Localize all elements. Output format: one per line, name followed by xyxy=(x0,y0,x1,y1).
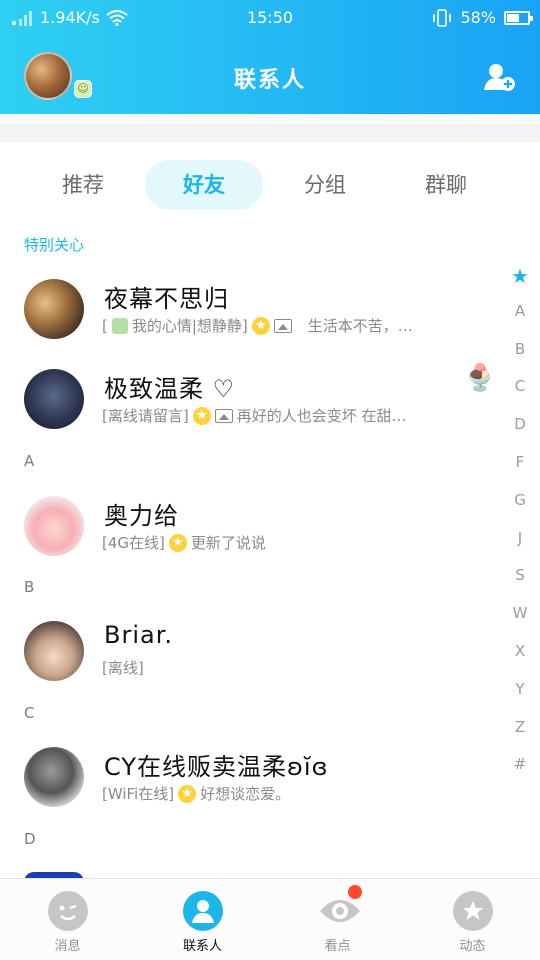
section-header-d: D xyxy=(24,830,36,848)
nav-messages[interactable]: 消息 xyxy=(0,887,135,959)
tab-recommend[interactable]: 推荐 xyxy=(24,160,142,210)
tab-group-chats[interactable]: 群聊 xyxy=(387,160,505,210)
contact-name: CY在线贩卖温柔ʚĭɞ xyxy=(104,753,329,781)
search-area-divider xyxy=(0,114,540,142)
contact-status: [4G在线] ★ 更新了说说 xyxy=(102,532,462,553)
nav-discover[interactable]: 看点 xyxy=(270,885,405,959)
contact-name: 极致温柔 ♡ xyxy=(104,375,236,403)
index-letter[interactable]: W xyxy=(500,604,540,642)
status-text: 好想谈恋爱。 xyxy=(200,785,291,803)
index-star[interactable]: ★ xyxy=(500,264,540,302)
index-letter[interactable]: Y xyxy=(500,680,540,718)
star-icon: ★ xyxy=(251,316,270,335)
contact-row[interactable]: Briar. [离线] xyxy=(0,607,500,703)
status-bracket: [4G在线] xyxy=(102,534,165,552)
status-bracket: [离线] xyxy=(102,659,144,677)
section-header-a: A xyxy=(24,452,35,470)
star-icon: ★ xyxy=(178,784,197,803)
nav-label: 消息 xyxy=(54,939,81,954)
avatar xyxy=(24,621,84,681)
phone-vibrate-icon xyxy=(433,8,452,27)
nav-label: 动态 xyxy=(459,939,486,954)
contact-row[interactable]: 极致温柔 ♡ [离线请留言] ★ 再好的人也会变坏 在甜… 🍨 xyxy=(0,355,500,451)
section-header-special: 特别关心 xyxy=(24,236,85,254)
image-icon xyxy=(273,318,292,333)
avatar xyxy=(24,496,84,556)
app-header: 1.94K/s 15:50 58% ☺ 联系人 xyxy=(0,0,540,114)
avatar xyxy=(24,369,84,429)
tab-friends[interactable]: 好友 xyxy=(145,160,263,210)
index-letter[interactable]: F xyxy=(500,453,540,491)
status-right: 58% xyxy=(432,8,533,27)
index-letter[interactable]: X xyxy=(500,642,540,680)
notification-dot xyxy=(347,885,362,899)
index-letter[interactable]: B xyxy=(500,340,540,378)
battery-percent: 58% xyxy=(460,8,496,27)
message-face-icon xyxy=(47,891,88,931)
index-letter[interactable]: G xyxy=(500,491,540,529)
contact-status: [离线] xyxy=(102,657,462,678)
contact-name: 奥力给 xyxy=(104,502,179,530)
add-friend-icon[interactable] xyxy=(484,62,516,92)
index-letter[interactable]: C xyxy=(500,377,540,415)
index-letter[interactable]: Z xyxy=(500,718,540,756)
nav-label: 联系人 xyxy=(182,939,222,954)
status-bracket: [ xyxy=(102,316,108,335)
status-mood: 我的心情|想静静] xyxy=(131,317,248,335)
index-letter[interactable]: S xyxy=(500,566,540,604)
section-header-b: B xyxy=(24,578,35,596)
battery-icon xyxy=(504,10,533,25)
page-title: 联系人 xyxy=(233,68,306,93)
contact-row[interactable]: CY在线贩卖温柔ʚĭɞ [WiFi在线] ★ 好想谈恋爱。 xyxy=(0,733,500,829)
ice-cream-icon: 🍨 xyxy=(463,363,496,393)
contact-status: [ 我的心情|想静静] ★ 生活本不苦，… xyxy=(102,315,462,336)
star-icon: ★ xyxy=(192,406,211,425)
status-text: 生活本不苦，… xyxy=(307,317,413,335)
planet-star-icon xyxy=(452,891,493,931)
contact-name: Briar. xyxy=(104,621,173,649)
status-bracket: [WiFi在线] xyxy=(102,785,175,803)
index-letter[interactable]: J xyxy=(500,529,540,567)
nav-label: 看点 xyxy=(324,939,351,954)
index-letter[interactable]: A xyxy=(500,302,540,340)
section-header-c: C xyxy=(24,704,35,722)
star-icon: ★ xyxy=(168,533,187,552)
tab-groups[interactable]: 分组 xyxy=(266,160,384,210)
image-icon xyxy=(214,408,233,423)
eye-icon xyxy=(318,885,362,931)
status-bar: 1.94K/s 15:50 58% xyxy=(0,0,540,36)
nav-feed[interactable]: 动态 xyxy=(405,887,540,959)
contact-person-icon xyxy=(182,891,223,931)
contact-name: 夜幕不思归 xyxy=(104,285,229,313)
avatar xyxy=(24,747,84,807)
bottom-nav: 消息 联系人 看点 动态 xyxy=(0,878,540,960)
status-bracket: [离线请留言] xyxy=(102,407,189,425)
status-text: 更新了说说 xyxy=(190,534,266,552)
avatar xyxy=(24,279,84,339)
contact-row[interactable]: 奥力给 [4G在线] ★ 更新了说说 xyxy=(0,482,500,578)
nav-contacts[interactable]: 联系人 xyxy=(135,887,270,959)
mood-icon xyxy=(111,317,128,334)
status-text: 再好的人也会变坏 在甜… xyxy=(236,407,407,425)
contact-tabs: 推荐 好友 分组 群聊 xyxy=(0,160,540,210)
contact-status: [离线请留言] ★ 再好的人也会变坏 在甜… xyxy=(102,405,462,426)
index-letter[interactable]: # xyxy=(500,755,540,793)
contact-row[interactable]: 夜幕不思归 [ 我的心情|想静静] ★ 生活本不苦，… xyxy=(0,265,500,361)
index-letter[interactable]: D xyxy=(500,415,540,453)
contact-status: [WiFi在线] ★ 好想谈恋爱。 xyxy=(102,783,462,804)
alphabet-index[interactable]: ★ A B C D F G J S W X Y Z # xyxy=(500,264,540,793)
